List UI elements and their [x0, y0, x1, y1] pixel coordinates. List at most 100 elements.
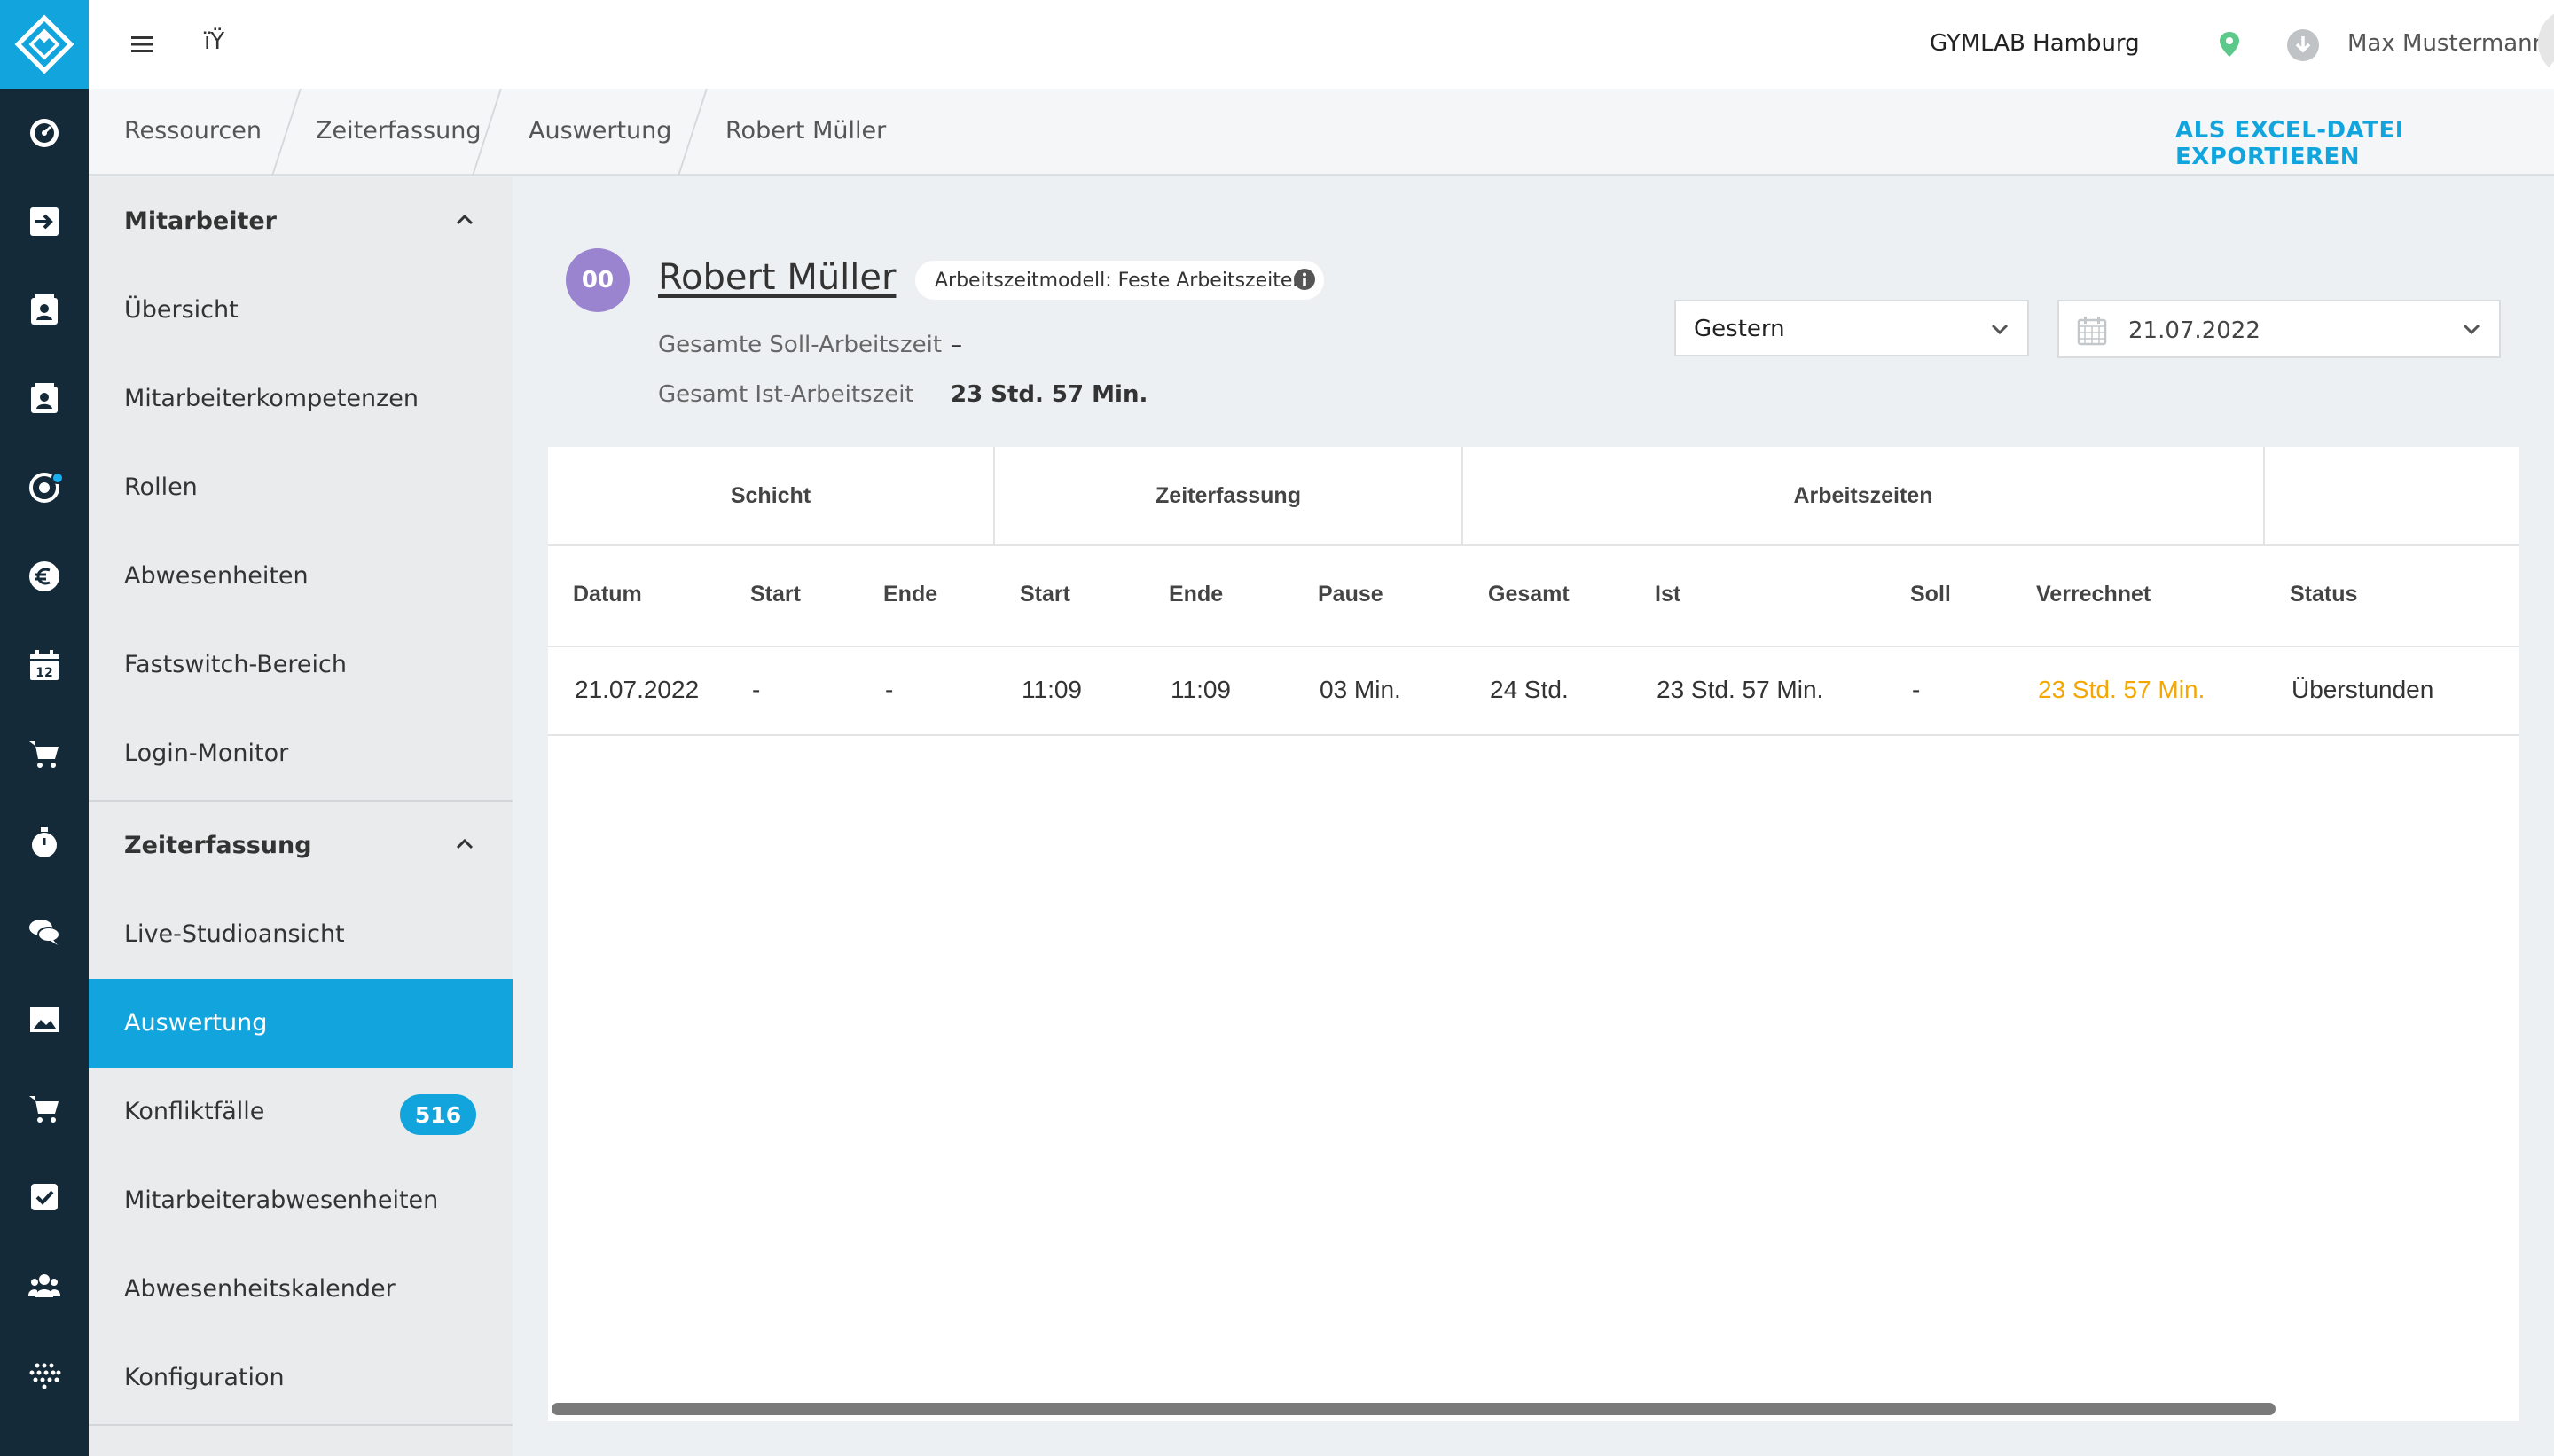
cell-pause: 03 Min.	[1320, 676, 1401, 703]
horizontal-scrollbar[interactable]	[552, 1403, 2276, 1415]
info-icon[interactable]	[1293, 268, 1316, 291]
column-header-gesamt[interactable]: Gesamt	[1488, 582, 1570, 607]
chevron-down-icon	[1991, 324, 2009, 335]
user-silhouette-icon	[2549, 61, 2554, 71]
sidebar-item-label: Abwesenheitskalender	[124, 1275, 396, 1303]
sidebar-item-label: Übersicht	[124, 296, 239, 324]
shop-cart-icon[interactable]	[0, 709, 89, 798]
grid-dots-icon[interactable]	[0, 1330, 89, 1419]
euro-icon[interactable]	[0, 532, 89, 621]
user-name[interactable]: Max Mustermann	[2347, 30, 2547, 57]
hamburger-icon[interactable]	[124, 27, 160, 62]
sidebar-item-mitarbeiterkompetenzen[interactable]: Mitarbeiterkompetenzen	[89, 355, 513, 443]
column-header-soll[interactable]: Soll	[1910, 582, 1951, 607]
header-divider	[548, 646, 2519, 647]
sidebar-item-label: Auswertung	[124, 1009, 268, 1037]
sidebar-item-label: Mitarbeiterkompetenzen	[124, 385, 419, 412]
side-nav: Mitarbeiter Übersicht Mitarbeiterkompete…	[89, 177, 513, 1456]
cell-datum: 21.07.2022	[575, 676, 700, 703]
breadcrumb-current: Robert Müller	[725, 117, 887, 145]
date-picker[interactable]: 21.07.2022	[2057, 300, 2501, 358]
group-header-empty	[2265, 447, 2519, 546]
image-icon[interactable]	[0, 975, 89, 1064]
sidebar-item-rollen[interactable]: Rollen	[89, 443, 513, 532]
export-excel-link[interactable]: ALS EXCEL-DATEI EXPORTIEREN	[2175, 117, 2554, 170]
breadcrumb-ressourcen[interactable]: Ressourcen	[124, 117, 262, 145]
period-select[interactable]: Gestern	[1674, 300, 2029, 356]
breadcrumb-zeiterfassung[interactable]: Zeiterfassung	[316, 117, 481, 145]
sidebar-item-label: Rollen	[124, 474, 198, 501]
calendar-icon	[2077, 317, 2107, 346]
location-pin-icon	[2220, 32, 2239, 57]
ist-value: 23 Std. 57 Min.	[951, 381, 1148, 408]
sidebar-item-uebersicht[interactable]: Übersicht	[89, 266, 513, 355]
sidebar-item-abwesenheiten[interactable]: Abwesenheiten	[89, 532, 513, 621]
cell-verrechnet: 23 Std. 57 Min.	[2038, 676, 2205, 703]
sidebar-item-live-studioansicht[interactable]: Live-Studioansicht	[89, 890, 513, 979]
sidebar-item-label: Mitarbeiterabwesenheiten	[124, 1186, 439, 1214]
chevron-up-icon	[456, 214, 474, 225]
sidebar-item-label: Abwesenheiten	[124, 562, 309, 590]
dashboard-icon[interactable]	[0, 89, 89, 177]
sidebar-item-fastswitch[interactable]: Fastswitch-Bereich	[89, 621, 513, 709]
members-icon[interactable]	[0, 355, 89, 443]
group-header-zeiterfassung: Zeiterfassung	[995, 447, 1463, 546]
top-bar: ïŸ GYMLAB Hamburg Max Mustermann	[89, 0, 2554, 89]
column-header-schicht-ende[interactable]: Ende	[883, 582, 937, 607]
cell-soll: -	[1912, 676, 1921, 703]
employee-avatar: 00	[566, 248, 630, 312]
cell-schicht-ende: -	[885, 676, 894, 703]
sidebar-item-auswertung[interactable]: Auswertung	[89, 979, 513, 1068]
nav-section-mitarbeiter[interactable]: Mitarbeiter	[89, 177, 513, 266]
column-header-schicht-start[interactable]: Start	[750, 582, 801, 607]
nav-section-zeiterfassung[interactable]: Zeiterfassung	[89, 802, 513, 890]
cart-icon[interactable]	[0, 1064, 89, 1153]
calendar-icon[interactable]: 12	[0, 621, 89, 709]
sidebar-item-label: Konfiguration	[124, 1364, 285, 1391]
chevron-down-icon	[2463, 324, 2480, 335]
column-header-status[interactable]: Status	[2290, 582, 2357, 607]
breadcrumb: Ressourcen Zeiterfassung Auswertung Robe…	[89, 89, 2554, 176]
sidebar-item-login-monitor[interactable]: Login-Monitor	[89, 709, 513, 798]
work-model-pill: Arbeitszeitmodell: Feste Arbeitszeiten	[915, 261, 1325, 300]
cell-status: Überstunden	[2292, 676, 2434, 703]
notification-dot	[51, 472, 64, 484]
column-header-zeit-start[interactable]: Start	[1020, 582, 1070, 607]
user-avatar[interactable]	[2538, 9, 2554, 76]
nav-divider	[89, 1424, 513, 1426]
download-icon[interactable]	[2286, 28, 2320, 62]
sidebar-item-mitarbeiterabwesenheiten[interactable]: Mitarbeiterabwesenheiten	[89, 1156, 513, 1245]
soll-label: Gesamte Soll-Arbeitszeit	[658, 332, 943, 358]
logo-icon	[14, 14, 74, 74]
sidebar-item-label: Live-Studioansicht	[124, 920, 345, 948]
breadcrumb-auswertung[interactable]: Auswertung	[529, 117, 671, 145]
checkin-icon[interactable]	[0, 177, 89, 266]
breadcrumb-separator	[271, 89, 302, 176]
column-header-verrechnet[interactable]: Verrechnet	[2036, 582, 2151, 607]
cell-zeit-start: 11:09	[1022, 676, 1082, 703]
toolbar-glyph[interactable]: ïŸ	[204, 28, 224, 55]
sidebar-item-konfliktfaelle[interactable]: Konfliktfälle 516	[89, 1068, 513, 1156]
employee-name-link[interactable]: Robert Müller	[658, 257, 896, 298]
app-logo[interactable]	[0, 0, 89, 89]
column-header-datum[interactable]: Datum	[573, 582, 642, 607]
stopwatch-icon[interactable]	[0, 798, 89, 887]
column-header-zeit-ende[interactable]: Ende	[1169, 582, 1223, 607]
studio-name[interactable]: GYMLAB Hamburg	[1930, 30, 2140, 57]
chat-icon[interactable]	[0, 887, 89, 975]
column-header-pause[interactable]: Pause	[1318, 582, 1383, 607]
sidebar-item-konfiguration[interactable]: Konfiguration	[89, 1334, 513, 1422]
settings-target-icon[interactable]	[0, 443, 89, 532]
contacts-icon[interactable]	[0, 266, 89, 355]
team-icon[interactable]	[0, 1241, 89, 1330]
sidebar-item-abwesenheitskalender[interactable]: Abwesenheitskalender	[89, 1245, 513, 1334]
sidebar-item-label: Konfliktfälle	[124, 1098, 265, 1125]
column-header-ist[interactable]: Ist	[1655, 582, 1680, 607]
cell-ist: 23 Std. 57 Min.	[1657, 676, 1824, 703]
breadcrumb-separator	[678, 89, 708, 176]
group-header-arbeitszeiten: Arbeitszeiten	[1463, 447, 2265, 546]
row-divider	[548, 734, 2519, 736]
soll-value: –	[951, 332, 962, 358]
checkbox-icon[interactable]	[0, 1153, 89, 1241]
cell-gesamt: 24 Std.	[1490, 676, 1569, 703]
